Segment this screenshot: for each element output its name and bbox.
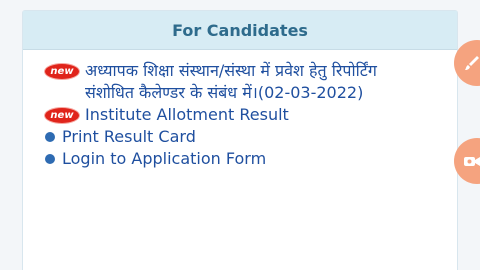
panel-title: For Candidates (172, 20, 308, 40)
bullet-icon (45, 154, 55, 164)
link-institute-allotment-result[interactable]: new Institute Allotment Result (45, 104, 457, 126)
video-camera-icon (464, 157, 480, 166)
link-login-application-form[interactable]: Login to Application Form (45, 148, 457, 170)
bullet-icon (45, 132, 55, 142)
candidate-links-list: new अध्यापक शिक्षा संस्थान/संस्था में प्… (23, 50, 457, 170)
link-reporting-calendar[interactable]: new अध्यापक शिक्षा संस्थान/संस्था में प्… (45, 60, 457, 104)
candidates-panel: For Candidates new अध्यापक शिक्षा संस्था… (22, 10, 458, 270)
link-text[interactable]: Institute Allotment Result (85, 104, 289, 126)
link-text[interactable]: Print Result Card (62, 126, 196, 148)
link-print-result-card[interactable]: Print Result Card (45, 126, 457, 148)
link-text[interactable]: Login to Application Form (62, 148, 266, 170)
panel-header: For Candidates (23, 11, 457, 50)
page: For Candidates new अध्यापक शिक्षा संस्था… (0, 0, 480, 270)
new-badge-icon: new (45, 64, 79, 79)
link-text[interactable]: अध्यापक शिक्षा संस्थान/संस्था में प्रवेश… (85, 60, 397, 104)
new-badge-icon: new (45, 108, 79, 123)
paintbrush-icon (465, 56, 479, 70)
